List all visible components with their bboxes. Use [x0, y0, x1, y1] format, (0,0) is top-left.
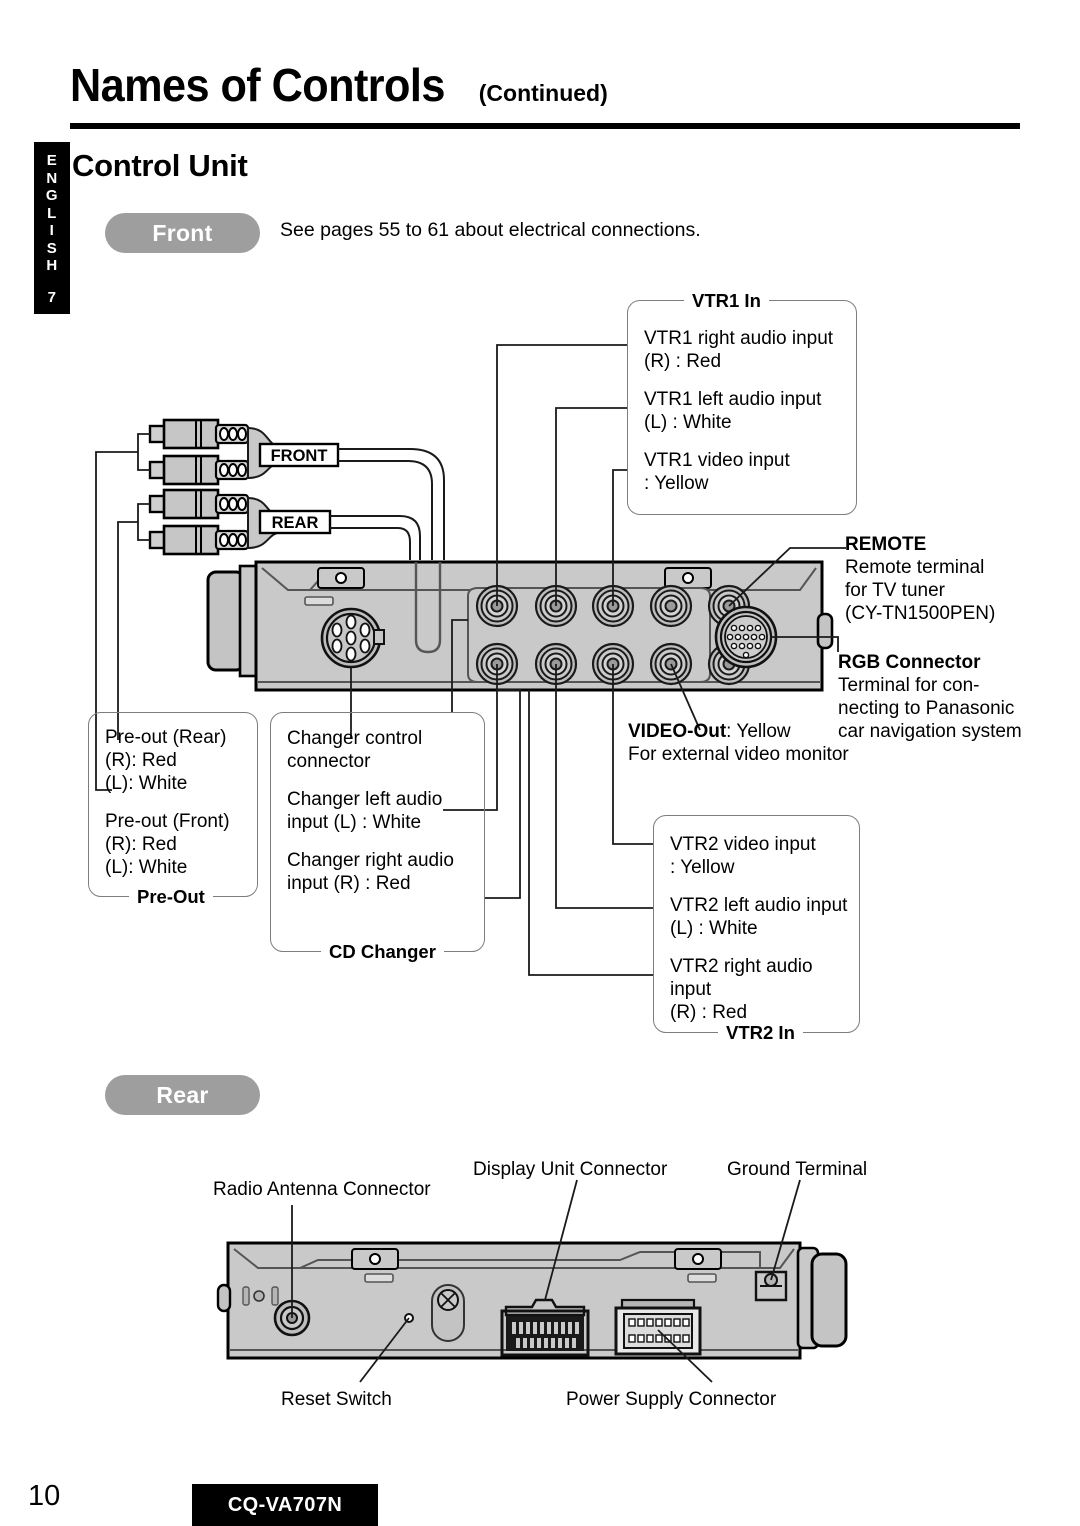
callout-title-pre-out: Pre-Out — [129, 886, 213, 908]
section-subtitle: Control Unit — [72, 148, 248, 183]
language-letter: L — [47, 204, 57, 222]
page-number: 10 — [28, 1480, 61, 1512]
label-video-out-body: For external video monitor — [628, 744, 849, 765]
display-unit-connector — [500, 1298, 590, 1357]
changer-din-connector — [320, 607, 385, 669]
leader-line-remote — [728, 547, 846, 607]
radio-antenna-jack — [273, 1299, 311, 1337]
label-remote-body: Remote terminal for TV tuner (CY-TN1500PEN… — [845, 557, 996, 624]
callout-line: VTR1 left audio input (L) : White — [644, 389, 822, 433]
reset-switch-hole — [404, 1313, 414, 1323]
page-title-main: Names of Controls — [70, 59, 445, 111]
rca-jack-top-row — [475, 584, 751, 628]
manual-page: E N G L I S H 7 Names of Controls (Conti… — [0, 0, 1080, 1526]
leader-line-rgb — [770, 636, 839, 652]
callout-title-cd-changer: CD Changer — [321, 941, 444, 963]
callout-line: VTR2 left audio input (L) : White — [670, 895, 848, 939]
callout-line: VTR2 right audio input (R) : Red — [670, 956, 813, 1023]
callout-vtr1-in: VTR1 In VTR1 right audio input (R) : Red … — [627, 290, 857, 515]
callout-line: Pre-out (Front) (R): Red (L): White — [105, 811, 230, 878]
callout-pre-out: Pre-Out Pre-out (Rear) (R): Red (L): White… — [88, 712, 258, 908]
model-badge: CQ-VA707N — [192, 1484, 378, 1526]
rear-chassis — [216, 1241, 848, 1360]
screw-slot — [431, 1284, 465, 1342]
label-video-out-value: : Yellow — [726, 721, 791, 742]
svg-text:REAR: REAR — [272, 514, 319, 532]
rgb-connector — [714, 605, 778, 669]
power-supply-connector — [614, 1298, 702, 1356]
callout-line: Changer control connector — [287, 728, 423, 772]
front-chassis — [206, 560, 834, 692]
callout-line: VTR1 right audio input (R) : Red — [644, 328, 834, 372]
language-letter: E — [46, 152, 58, 169]
callout-line: VTR1 video input: Yellow — [644, 450, 790, 494]
ground-terminal — [754, 1270, 788, 1302]
page-title: Names of Controls (Continued) — [70, 58, 608, 112]
label-radio-antenna-connector: Radio Antenna Connector — [213, 1179, 431, 1200]
label-rgb-heading: RGB Connector — [838, 652, 981, 673]
language-letter: G — [45, 187, 59, 204]
callout-line: Pre-out (Rear) (R): Red (L): White — [105, 727, 227, 794]
rca-plug-group — [148, 418, 250, 556]
language-tab-number: 7 — [47, 288, 57, 306]
label-video-out: VIDEO-Out: Yellow For external video mon… — [628, 720, 878, 766]
label-ground-terminal: Ground Terminal — [727, 1159, 868, 1180]
label-video-out-heading: VIDEO-Out — [628, 721, 727, 742]
language-letter: N — [46, 169, 58, 187]
callout-line: Changer left audio input (L) : White — [287, 789, 443, 833]
label-remote-heading: REMOTE — [845, 534, 927, 555]
section-pill-rear: Rear — [105, 1075, 260, 1115]
rca-jack-bottom-row — [475, 642, 751, 686]
language-letter: S — [46, 239, 58, 257]
leader-lines-vtr2 — [528, 664, 653, 976]
callout-vtr2-in: VTR2 In VTR2 video input: Yellow VTR2 le… — [653, 815, 860, 1044]
cable-tag-front: FRONT — [258, 442, 340, 468]
page-title-continued: (Continued) — [478, 80, 608, 106]
title-divider — [70, 123, 1020, 129]
label-reset-switch: Reset Switch — [281, 1389, 392, 1410]
label-power-supply-connector: Power Supply Connector — [566, 1389, 777, 1410]
electrical-connections-note: See pages 55 to 61 about electrical conn… — [280, 219, 701, 241]
callout-line: Changer right audio input (R) : Red — [287, 850, 454, 894]
language-letter: H — [46, 257, 58, 274]
svg-text:FRONT: FRONT — [271, 447, 328, 465]
callout-line: VTR2 video input: Yellow — [670, 834, 816, 878]
callout-title-vtr2: VTR2 In — [718, 1022, 803, 1044]
rear-leader-lines — [291, 1179, 801, 1383]
label-display-unit-connector: Display Unit Connector — [473, 1159, 668, 1180]
language-letter: I — [49, 222, 55, 239]
callout-title-vtr1: VTR1 In — [684, 290, 769, 312]
language-tab: E N G L I S H 7 — [34, 142, 70, 314]
cable-tag-rear: REAR — [258, 509, 332, 535]
label-remote: REMOTE Remote terminal for TV tuner (CY-TN… — [845, 533, 1045, 625]
callout-cd-changer: CD Changer Changer control connector Chan… — [270, 712, 485, 963]
leader-lines-vtr1 — [496, 344, 627, 606]
section-pill-front: Front — [105, 213, 260, 253]
